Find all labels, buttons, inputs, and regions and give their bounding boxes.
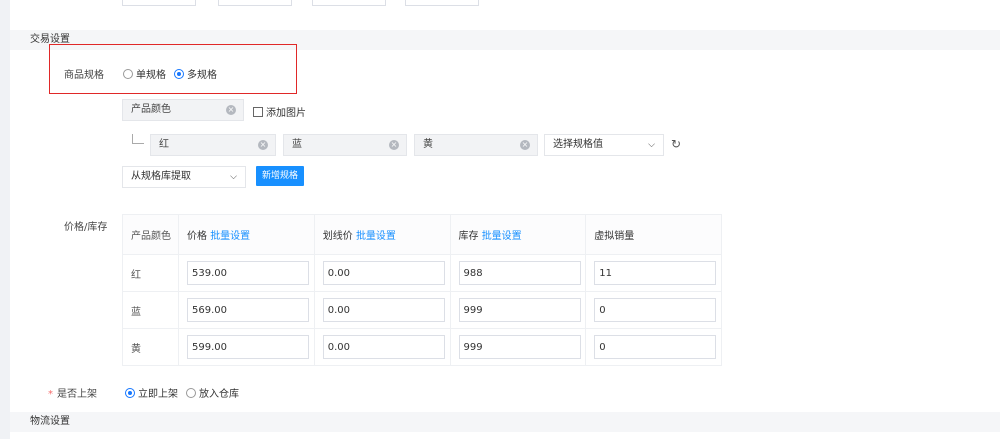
strike-batch-link[interactable]: 批量设置 xyxy=(356,231,396,242)
top-input-2[interactable] xyxy=(218,0,292,6)
header-stock: 库存 批量设置 xyxy=(449,214,587,255)
header-color: 产品颜色 xyxy=(122,214,179,255)
price-cell xyxy=(178,328,315,366)
stock-batch-link[interactable]: 批量设置 xyxy=(482,231,522,242)
strike-price-input[interactable] xyxy=(322,298,445,322)
row-color: 红 xyxy=(122,254,179,292)
top-input-row xyxy=(0,0,1000,8)
virtual-cell xyxy=(585,328,722,366)
row-color: 蓝 xyxy=(122,291,179,329)
spec-value-blue-text: 蓝 xyxy=(292,139,302,150)
table-row: 黄 xyxy=(122,328,722,366)
spec-value-input-blue[interactable]: 蓝 × xyxy=(283,134,407,156)
price-input[interactable] xyxy=(187,261,309,285)
virtual-sales-input[interactable] xyxy=(594,298,717,322)
stock-cell xyxy=(449,254,587,292)
spec-name-text: 产品颜色 xyxy=(131,104,171,115)
radio-single-spec[interactable]: 单规格 xyxy=(123,66,166,81)
virtual-cell xyxy=(585,254,722,292)
spec-library-select-text: 从规格库提取 xyxy=(131,171,191,182)
spec-value-select-text: 选择规格值 xyxy=(553,139,603,150)
virtual-sales-input[interactable] xyxy=(594,261,717,285)
clear-icon[interactable]: × xyxy=(226,105,236,115)
spec-library-select[interactable]: 从规格库提取 ⌵ xyxy=(122,166,246,188)
price-input[interactable] xyxy=(187,298,309,322)
spec-value-yellow-text: 黄 xyxy=(423,139,433,150)
add-spec-button[interactable]: 新增规格 xyxy=(256,166,305,186)
chevron-down-icon: ⌵ xyxy=(230,172,237,182)
radio-circle-checked-icon xyxy=(174,68,184,79)
clear-icon[interactable]: × xyxy=(258,140,268,150)
row-color: 黄 xyxy=(122,328,179,366)
strike-price-input[interactable] xyxy=(322,261,445,285)
radio-warehouse-label: 放入仓库 xyxy=(199,389,239,400)
radio-single-spec-label: 单规格 xyxy=(136,70,166,81)
stock-cell xyxy=(449,291,587,329)
price-cell xyxy=(178,254,315,292)
stock-input[interactable] xyxy=(458,261,581,285)
radio-list-now[interactable]: 立即上架 xyxy=(125,385,178,400)
clear-icon[interactable]: × xyxy=(520,140,530,150)
header-strike-label: 划线价 xyxy=(322,231,353,242)
radio-multi-spec[interactable]: 多规格 xyxy=(174,66,217,81)
price-cell xyxy=(178,291,315,329)
spec-label: 商品规格 xyxy=(64,70,104,81)
virtual-sales-input[interactable] xyxy=(594,335,717,359)
table-row: 红 xyxy=(122,254,722,292)
top-input-1[interactable] xyxy=(122,0,196,6)
radio-circle-checked-icon xyxy=(125,387,135,398)
spec-value-input-yellow[interactable]: 黄 × xyxy=(414,134,538,156)
price-input[interactable] xyxy=(187,335,309,359)
strike-price-input[interactable] xyxy=(322,335,445,359)
strike-cell xyxy=(313,254,451,292)
listing-label-text: 是否上架 xyxy=(57,389,97,400)
sku-table-header: 产品颜色 价格 批量设置 划线价 批量设置 库存 批量设置 虚拟销量 xyxy=(122,214,722,255)
checkbox-icon xyxy=(253,106,263,117)
header-stock-label: 库存 xyxy=(458,231,479,242)
spec-name-input[interactable]: 产品颜色 × xyxy=(122,99,244,121)
sku-table: 产品颜色 价格 批量设置 划线价 批量设置 库存 批量设置 虚拟销量 红 蓝 xyxy=(122,214,722,366)
section-logistics-settings: 物流设置 xyxy=(10,412,1000,432)
clear-icon[interactable]: × xyxy=(389,140,399,150)
radio-multi-spec-label: 多规格 xyxy=(187,70,217,81)
radio-circle-icon xyxy=(186,387,196,398)
stock-input[interactable] xyxy=(458,335,581,359)
spec-value-input-red[interactable]: 红 × xyxy=(150,134,276,156)
required-mark: * xyxy=(48,389,53,400)
strike-cell xyxy=(313,328,451,366)
refresh-icon[interactable]: ↻ xyxy=(671,137,681,151)
header-virtual-sales: 虚拟销量 xyxy=(585,214,722,255)
header-strike-price: 划线价 批量设置 xyxy=(313,214,451,255)
header-price-label: 价格 xyxy=(187,231,207,242)
tree-connector xyxy=(132,134,144,144)
top-input-4[interactable] xyxy=(405,0,479,6)
stock-input[interactable] xyxy=(458,298,581,322)
price-batch-link[interactable]: 批量设置 xyxy=(210,231,250,242)
radio-circle-icon xyxy=(123,68,133,79)
price-stock-label: 价格/库存 xyxy=(64,222,108,233)
left-sidebar-strip xyxy=(0,0,10,439)
top-input-3[interactable] xyxy=(312,0,386,6)
stock-cell xyxy=(449,328,587,366)
strike-cell xyxy=(313,291,451,329)
spec-value-red-text: 红 xyxy=(159,139,169,150)
table-row: 蓝 xyxy=(122,291,722,329)
add-image-label: 添加图片 xyxy=(266,108,306,119)
radio-list-now-label: 立即上架 xyxy=(138,389,178,400)
listing-label: * 是否上架 xyxy=(48,385,97,400)
spec-radio-group: 单规格 多规格 xyxy=(123,66,225,81)
chevron-down-icon: ⌵ xyxy=(648,140,655,150)
listing-radio-group: 立即上架 放入仓库 xyxy=(125,385,247,400)
add-image-checkbox[interactable]: 添加图片 xyxy=(253,104,306,119)
virtual-cell xyxy=(585,291,722,329)
header-price: 价格 批量设置 xyxy=(178,214,315,255)
radio-warehouse[interactable]: 放入仓库 xyxy=(186,385,239,400)
spec-value-select[interactable]: 选择规格值 ⌵ xyxy=(544,134,664,156)
